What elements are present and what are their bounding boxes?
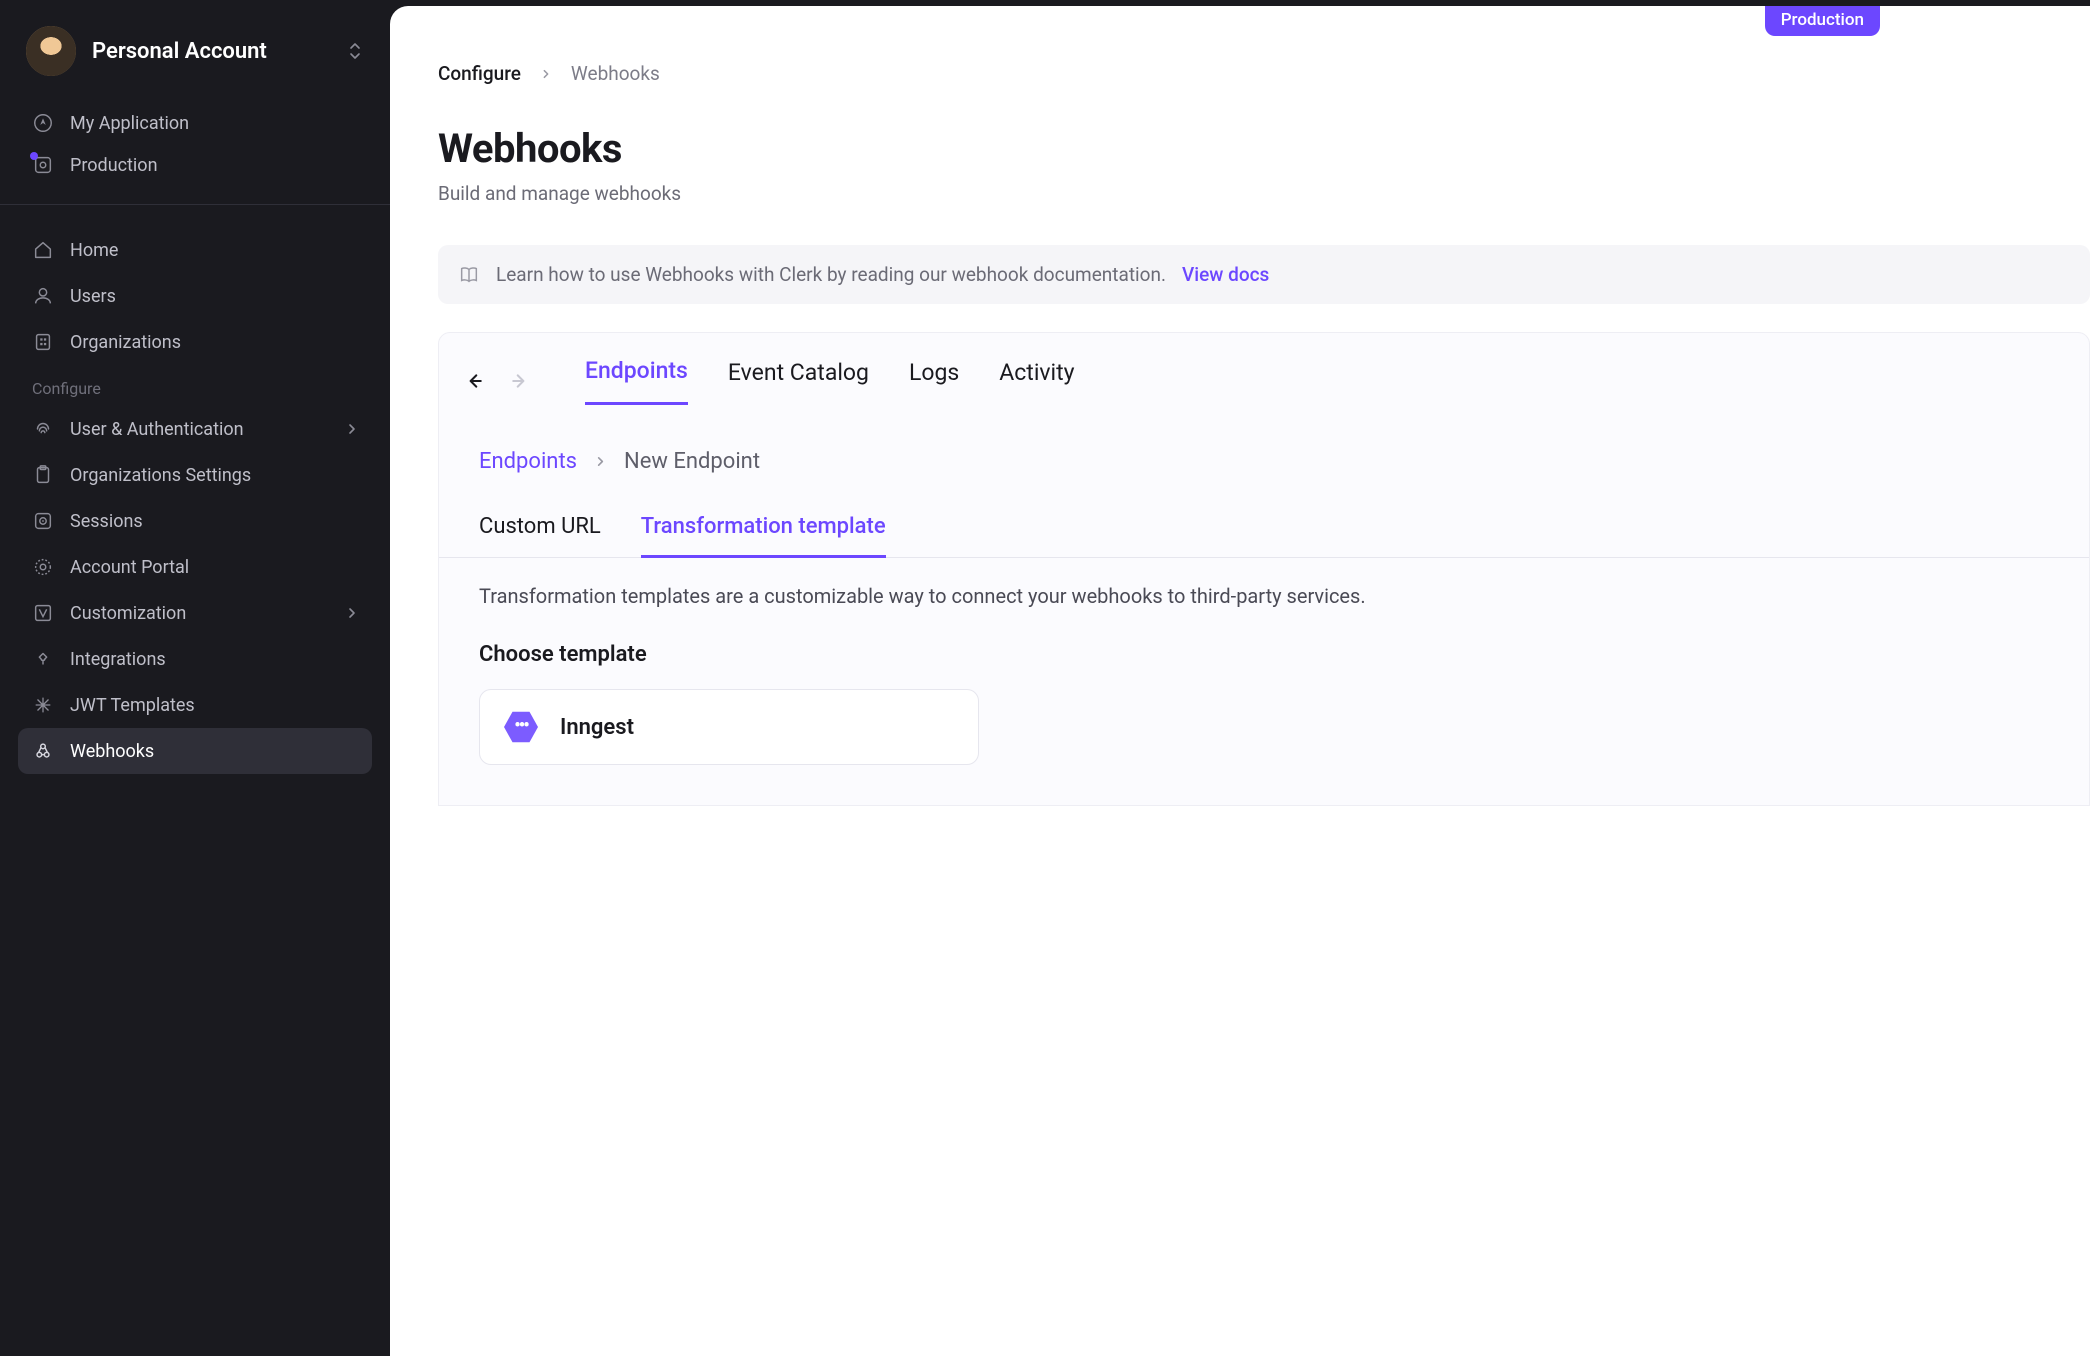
sidebar-item-label: Organizations Settings — [70, 465, 251, 486]
sidebar-item-users[interactable]: Users — [18, 273, 372, 319]
sidebar-item-account-portal[interactable]: Account Portal — [18, 544, 372, 590]
sidebar-item-label: Integrations — [70, 649, 166, 670]
inner-breadcrumb: Endpoints New Endpoint — [439, 405, 2089, 474]
sidebar-item-label: Home — [70, 240, 118, 261]
chevron-right-icon — [346, 423, 358, 435]
badge-dot-icon — [30, 152, 38, 160]
sidebar-item-label: My Application — [70, 113, 189, 134]
sidebar-item-label: Customization — [70, 603, 186, 624]
sidebar: Personal Account My Application Producti… — [0, 0, 390, 1356]
tab-event-catalog[interactable]: Event Catalog — [728, 359, 869, 404]
updown-icon — [346, 42, 364, 60]
inner-crumb-new-endpoint: New Endpoint — [624, 449, 760, 474]
subtab-custom-url[interactable]: Custom URL — [479, 514, 601, 557]
sidebar-item-label: Organizations — [70, 332, 181, 353]
jwt-icon — [32, 694, 54, 716]
sidebar-item-organizations[interactable]: Organizations — [18, 319, 372, 365]
sidebar-item-org-settings[interactable]: Organizations Settings — [18, 452, 372, 498]
nav-back-button[interactable] — [463, 370, 485, 392]
docs-text: Learn how to use Webhooks with Clerk by … — [496, 263, 1166, 286]
clipboard-icon — [32, 464, 54, 486]
panel-tabs: Endpoints Event Catalog Logs Activity — [439, 333, 2089, 405]
template-name: Inngest — [560, 715, 634, 740]
environment-badge: Production — [1765, 6, 1880, 36]
plug-icon — [32, 648, 54, 670]
chevron-right-icon — [541, 69, 551, 79]
sidebar-item-user-auth[interactable]: User & Authentication — [18, 406, 372, 452]
sidebar-item-label: Webhooks — [70, 741, 154, 762]
docs-callout: Learn how to use Webhooks with Clerk by … — [438, 245, 2090, 304]
home-icon — [32, 239, 54, 261]
nav-forward-button — [509, 370, 531, 392]
sidebar-environment[interactable]: Production — [18, 144, 372, 186]
sidebar-item-webhooks[interactable]: Webhooks — [18, 728, 372, 774]
sidebar-app-name[interactable]: My Application — [18, 102, 372, 144]
environment-icon — [32, 154, 54, 176]
tab-endpoints[interactable]: Endpoints — [585, 357, 688, 405]
subtab-transformation-template[interactable]: Transformation template — [641, 514, 886, 558]
avatar — [26, 26, 76, 76]
sidebar-item-label: JWT Templates — [70, 695, 195, 716]
breadcrumb-webhooks: Webhooks — [571, 62, 660, 85]
sidebar-item-label: Production — [70, 155, 158, 176]
customization-icon — [32, 602, 54, 624]
fingerprint-icon — [32, 418, 54, 440]
account-name: Personal Account — [92, 39, 330, 64]
breadcrumb: Configure Webhooks — [438, 62, 2090, 85]
sidebar-item-label: Users — [70, 286, 116, 307]
sidebar-item-customization[interactable]: Customization — [18, 590, 372, 636]
page-title: Webhooks — [438, 125, 2090, 172]
sidebar-item-integrations[interactable]: Integrations — [18, 636, 372, 682]
template-card-inngest[interactable]: ••• Inngest — [479, 689, 979, 765]
webhooks-panel: Endpoints Event Catalog Logs Activity En… — [438, 332, 2090, 806]
sidebar-item-sessions[interactable]: Sessions — [18, 498, 372, 544]
chevron-right-icon — [346, 607, 358, 619]
page-subtitle: Build and manage webhooks — [438, 182, 2090, 205]
account-switcher[interactable]: Personal Account — [0, 0, 390, 96]
sidebar-item-label: User & Authentication — [70, 419, 244, 440]
sidebar-item-label: Account Portal — [70, 557, 189, 578]
section-label-configure: Configure — [18, 365, 372, 406]
webhook-icon — [32, 740, 54, 762]
portal-icon — [32, 556, 54, 578]
app-icon — [32, 112, 54, 134]
breadcrumb-configure[interactable]: Configure — [438, 62, 521, 85]
organizations-icon — [32, 331, 54, 353]
view-docs-link[interactable]: View docs — [1182, 263, 1269, 286]
subtabs: Custom URL Transformation template — [439, 474, 2089, 558]
inner-crumb-endpoints[interactable]: Endpoints — [479, 449, 577, 474]
inngest-icon: ••• — [504, 710, 538, 744]
main-content: Production Configure Webhooks Webhooks B… — [390, 6, 2090, 1356]
sessions-icon — [32, 510, 54, 532]
sidebar-item-home[interactable]: Home — [18, 227, 372, 273]
sidebar-item-jwt-templates[interactable]: JWT Templates — [18, 682, 372, 728]
users-icon — [32, 285, 54, 307]
book-icon — [458, 264, 480, 286]
transformation-description: Transformation templates are a customiza… — [439, 558, 2089, 608]
sidebar-item-label: Sessions — [70, 511, 143, 532]
choose-template-label: Choose template — [439, 608, 2089, 667]
chevron-right-icon — [595, 456, 606, 467]
tab-activity[interactable]: Activity — [999, 359, 1074, 404]
tab-logs[interactable]: Logs — [909, 359, 959, 404]
